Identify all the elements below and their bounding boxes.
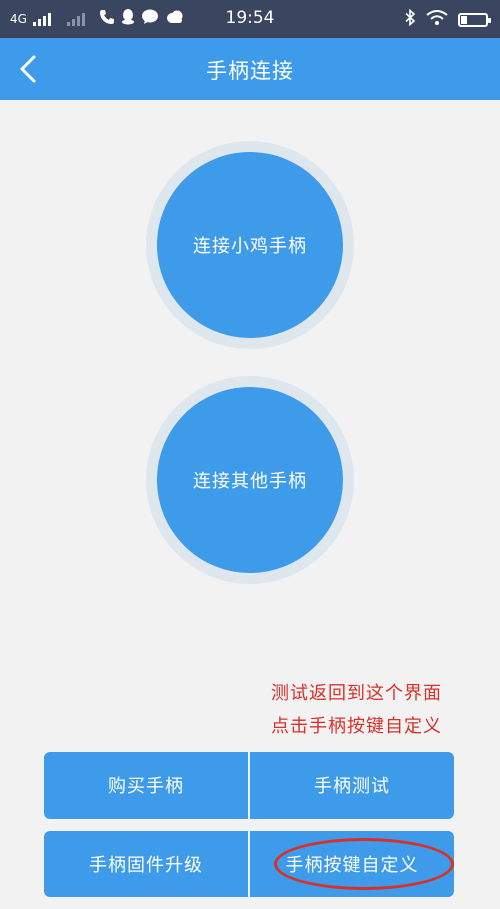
controller-test-label: 手柄测试 (314, 776, 390, 798)
buy-controller-label: 购买手柄 (108, 776, 184, 798)
status-right (404, 8, 491, 30)
status-bar: 4G 19:54 (0, 0, 500, 38)
app-header: 手柄连接 (0, 38, 500, 100)
annotation-line-2: 点击手柄按键自定义 (271, 716, 442, 737)
battery-icon (458, 12, 491, 27)
connect-xiaoji-label: 连接小鸡手柄 (193, 236, 307, 257)
connect-xiaoji-ring: 连接小鸡手柄 (146, 141, 354, 349)
annotation-line-1: 测试返回到这个界面 (271, 683, 442, 704)
controller-test-button[interactable]: 手柄测试 (250, 752, 454, 819)
customize-keys-button[interactable]: 手柄按键自定义 (250, 830, 454, 897)
connect-xiaoji-button[interactable]: 连接小鸡手柄 (157, 152, 343, 338)
wifi-icon (426, 9, 448, 30)
customize-keys-label: 手柄按键自定义 (285, 854, 419, 876)
page-title: 手柄连接 (206, 59, 294, 83)
firmware-upgrade-label: 手柄固件升级 (89, 854, 203, 876)
connect-other-button[interactable]: 连接其他手柄 (157, 387, 343, 573)
action-grid: 购买手柄 手柄测试 手柄固件升级 手柄按键自定义 (44, 752, 454, 897)
firmware-upgrade-button[interactable]: 手柄固件升级 (44, 830, 248, 897)
connect-other-label: 连接其他手柄 (193, 471, 307, 492)
connect-other-ring: 连接其他手柄 (146, 376, 354, 584)
buy-controller-button[interactable]: 购买手柄 (44, 752, 248, 819)
bluetooth-icon (404, 8, 416, 30)
